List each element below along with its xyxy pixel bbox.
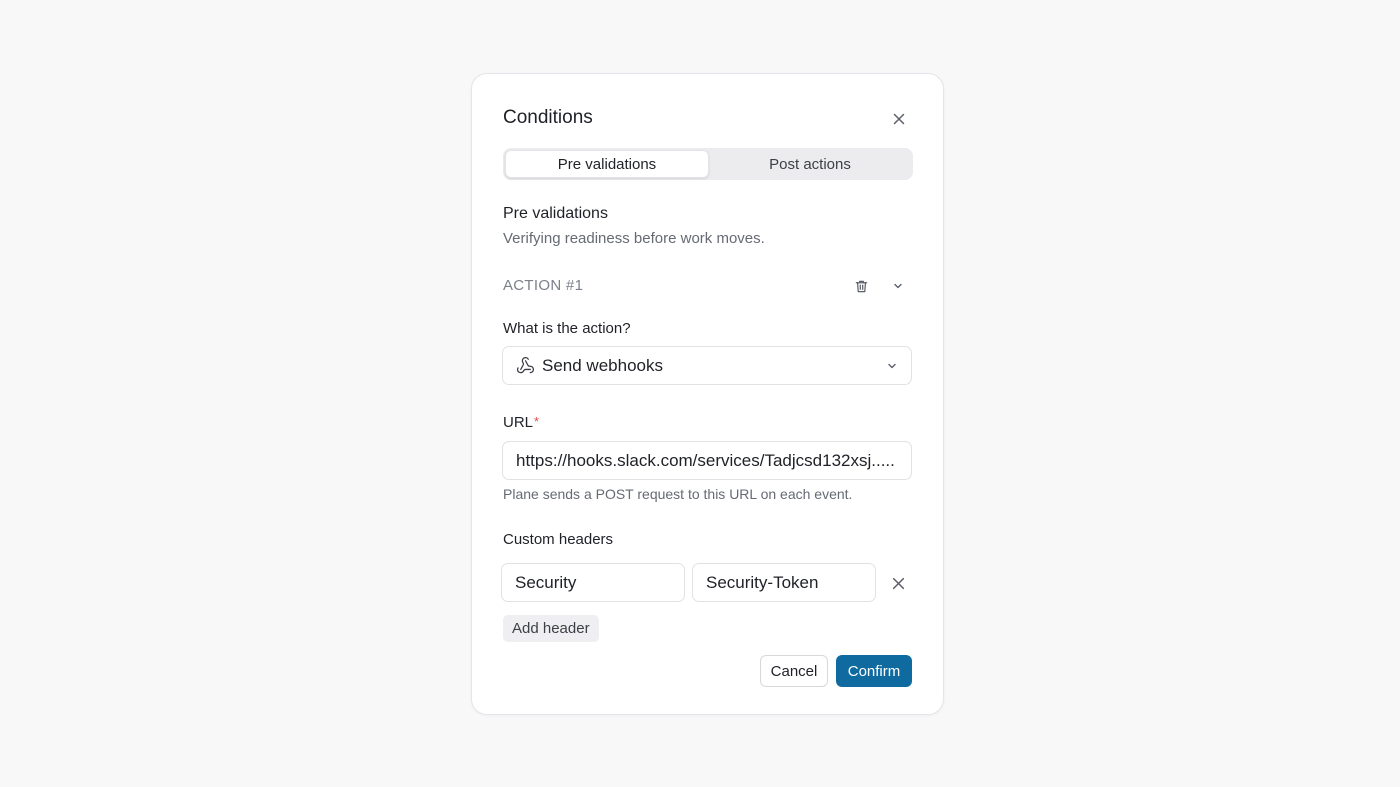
remove-header-button[interactable] (888, 573, 908, 593)
url-input[interactable]: https://hooks.slack.com/services/Tadjcsd… (502, 441, 912, 480)
close-icon (893, 113, 905, 125)
header-value-value: Security-Token (706, 572, 819, 592)
collapse-action-button[interactable] (889, 277, 907, 295)
close-button[interactable] (888, 108, 910, 130)
chevron-down-icon (888, 363, 896, 368)
section-description: Verifying readiness before work moves. (503, 230, 765, 247)
action-label: ACTION #1 (503, 277, 584, 294)
trash-icon (855, 280, 867, 292)
action-type-select[interactable]: Send webhooks (502, 346, 912, 385)
header-key-input[interactable]: Security (501, 563, 685, 602)
section-title: Pre validations (503, 205, 608, 222)
confirm-button[interactable]: Confirm (836, 655, 912, 687)
close-icon (892, 577, 904, 589)
cancel-button[interactable]: Cancel (760, 655, 828, 687)
url-input-value: https://hooks.slack.com/services/Tadjcsd… (516, 450, 895, 470)
url-label-text: URL (503, 414, 534, 431)
action-type-value: Send webhooks (542, 355, 663, 375)
tab-bar: Pre validations Post actions (503, 148, 913, 180)
add-header-button[interactable]: Add header (503, 615, 599, 642)
action-question-label: What is the action? (503, 320, 631, 337)
required-marker: * (534, 414, 540, 429)
tab-post-actions[interactable]: Post actions (709, 150, 911, 178)
header-value-input[interactable]: Security-Token (692, 563, 876, 602)
header-key-value: Security (515, 572, 577, 592)
dialog-title: Conditions (503, 107, 593, 128)
delete-action-button[interactable] (852, 277, 870, 295)
chevron-down-icon (894, 283, 902, 289)
url-hint: Plane sends a POST request to this URL o… (503, 486, 853, 502)
webhook-icon (516, 356, 534, 374)
url-label: URL* (503, 414, 539, 431)
tab-pre-validations[interactable]: Pre validations (505, 150, 709, 178)
conditions-dialog: Conditions Pre validations Post actions … (471, 73, 944, 715)
custom-headers-label: Custom headers (503, 531, 614, 548)
